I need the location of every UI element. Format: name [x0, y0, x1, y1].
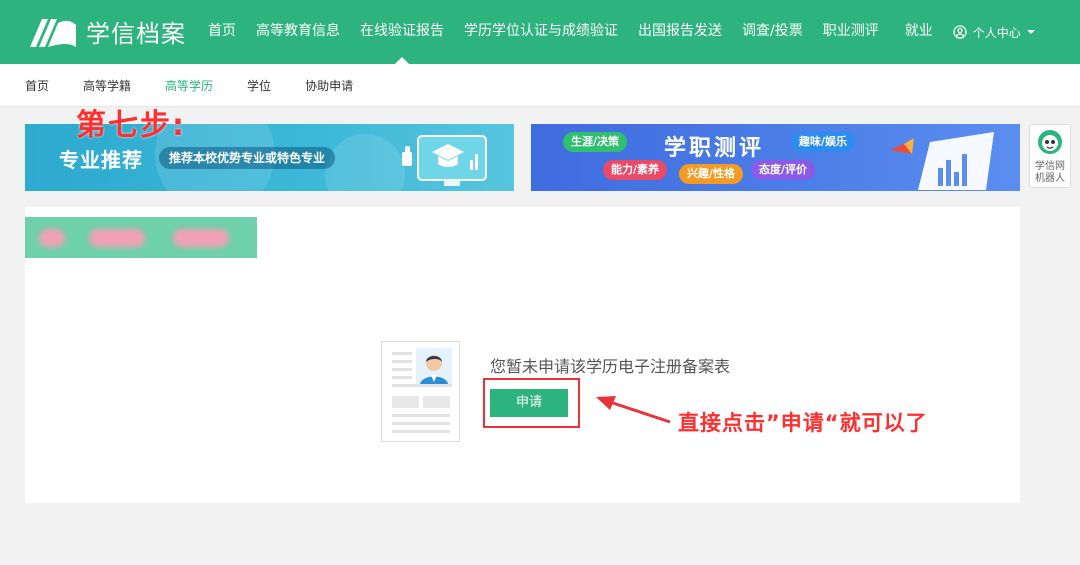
banner-tag: 趣味/娱乐 — [791, 132, 856, 152]
empty-state-message: 您暂未申请该学历电子注册备案表 — [490, 357, 731, 376]
nav-item-career-assessment[interactable]: 职业测评 — [823, 0, 879, 64]
chatbot-label-line2: 机器人 — [1035, 173, 1065, 184]
nav-item-overseas-report[interactable]: 出国报告发送 — [638, 0, 722, 64]
chatbot-label-line1: 学信网 — [1035, 161, 1065, 172]
step-annotation: 第七步: — [76, 108, 186, 143]
annotation-arrow-icon — [596, 396, 671, 424]
nav-item-higher-education-info[interactable]: 高等教育信息 — [256, 0, 340, 64]
subnav-item-enrollment[interactable]: 高等学籍 — [83, 77, 131, 94]
banner-tag: 能力/素养 — [603, 160, 668, 180]
subnav-item-degree[interactable]: 学位 — [247, 77, 271, 94]
redaction-blob — [173, 229, 229, 247]
banner-decor-circle — [325, 134, 405, 191]
redaction-blob — [39, 229, 65, 247]
doc-block — [423, 396, 450, 408]
redaction-blob — [89, 229, 145, 247]
banner-tag: 兴趣/性格 — [679, 164, 744, 184]
subnav-item-assist-apply[interactable]: 协助申请 — [305, 77, 353, 94]
user-center-menu[interactable]: 个人中心 — [953, 24, 1035, 41]
academic-record-card: 您暂未申请该学历电子注册备案表 申请 — [25, 207, 1020, 503]
doc-line — [392, 414, 450, 417]
top-nav-bar: 学信档案 首页 高等教育信息 在线验证报告 学历学位认证与成绩验证 出国报告发送… — [0, 0, 1080, 64]
subnav-item-academic-record[interactable]: 高等学历 — [165, 77, 213, 94]
banner-title: 学职测评 — [664, 136, 765, 161]
site-logo[interactable]: 学信档案 — [28, 14, 186, 49]
logo-book-icon — [30, 18, 76, 47]
person-avatar-icon — [416, 348, 452, 384]
user-center-label: 个人中心 — [972, 25, 1021, 40]
doc-line — [392, 368, 412, 371]
subnav-item-home[interactable]: 首页 — [25, 77, 49, 94]
banner-tag: 态度/评价 — [751, 160, 816, 180]
banner-title: 专业推荐 — [59, 148, 143, 172]
nav-item-home[interactable]: 首页 — [208, 0, 236, 64]
doc-block — [392, 396, 419, 408]
chevron-down-icon — [1026, 30, 1035, 34]
banner-tag: 生涯/决策 — [563, 132, 628, 152]
doc-line — [392, 376, 412, 379]
robot-icon — [1038, 130, 1062, 154]
report-chart-icon — [890, 132, 994, 190]
main-nav: 首页 高等教育信息 在线验证报告 学历学位认证与成绩验证 出国报告发送 调查/投… — [208, 0, 1035, 64]
document-illustration — [381, 341, 460, 442]
nav-item-degree-certification[interactable]: 学历学位认证与成绩验证 — [464, 0, 618, 64]
doc-line — [392, 360, 412, 363]
banner-subtitle-pill: 推荐本校优势专业或特色专业 — [159, 147, 336, 169]
logo-text: 学信档案 — [86, 20, 186, 48]
chatbot-widget[interactable]: 学信网 机器人 — [1029, 124, 1071, 188]
redacted-name-strip — [25, 217, 257, 258]
doc-line — [392, 384, 452, 387]
doc-line — [392, 422, 450, 425]
user-circle-icon — [953, 25, 967, 39]
doc-line — [392, 352, 412, 355]
nav-item-survey-vote[interactable]: 调查/投票 — [742, 0, 803, 64]
nav-item-employment[interactable]: 就业 — [905, 0, 933, 64]
instruction-annotation: 直接点击”申请“就可以了 — [678, 411, 928, 435]
nav-item-online-verification-report[interactable]: 在线验证报告 — [360, 0, 444, 64]
annotation-highlight-box — [483, 378, 580, 428]
career-assessment-banner[interactable]: 学职测评 生涯/决策 趣味/娱乐 能力/素养 兴趣/性格 态度/评价 — [531, 124, 1020, 191]
graduation-monitor-icon — [402, 135, 487, 186]
doc-line — [392, 430, 450, 433]
